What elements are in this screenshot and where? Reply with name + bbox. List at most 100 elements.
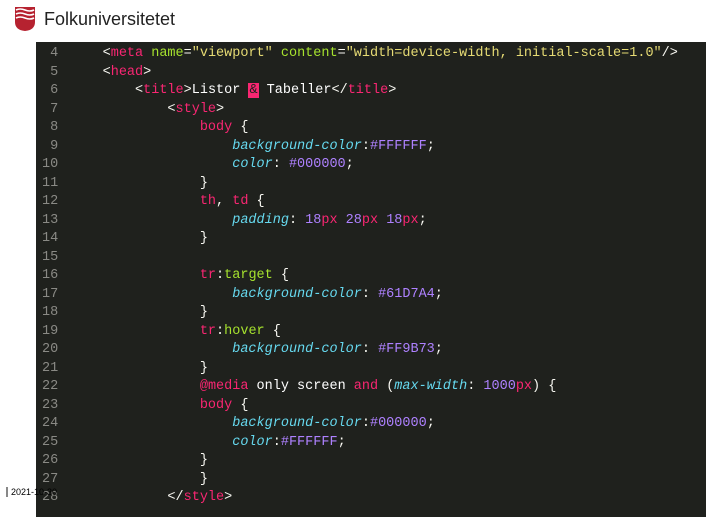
footer-date: 2021-10-30 xyxy=(6,487,57,497)
code-token: Listor xyxy=(192,83,249,98)
code-token: < xyxy=(135,83,143,98)
code-token: { xyxy=(248,194,264,209)
code-token: > xyxy=(143,65,151,80)
code-line: color:#FFFFFF; xyxy=(70,434,678,453)
code-token: ; xyxy=(338,435,346,450)
code-token: & xyxy=(248,83,258,98)
code-token: { xyxy=(232,120,248,135)
code-token: </ xyxy=(167,490,183,505)
code-token: color xyxy=(232,157,273,172)
line-number: 11 xyxy=(42,175,58,194)
code-line: tr:target { xyxy=(70,267,678,286)
code-line: } xyxy=(70,304,678,323)
code-token: tr xyxy=(200,324,216,339)
code-token: </ xyxy=(332,83,348,98)
code-token: max-width xyxy=(394,379,467,394)
code-token: } xyxy=(200,453,208,468)
code-token: style xyxy=(176,102,217,117)
code-token: 18 xyxy=(386,213,402,228)
code-token: #FFFFFF xyxy=(281,435,338,450)
code-token xyxy=(338,213,346,228)
code-token: target xyxy=(224,268,273,283)
line-number: 24 xyxy=(42,415,58,434)
line-number: 12 xyxy=(42,193,58,212)
code-token: { xyxy=(273,268,289,283)
code-token: : xyxy=(216,324,224,339)
code-token: : xyxy=(362,139,370,154)
code-token: px xyxy=(321,213,337,228)
code-token xyxy=(70,250,78,265)
code-token: = xyxy=(184,46,192,61)
code-token: } xyxy=(200,176,208,191)
code-token: name xyxy=(151,46,183,61)
code-line: <meta name="viewport" content="width=dev… xyxy=(70,45,678,64)
code-token: @ xyxy=(200,379,208,394)
line-number: 26 xyxy=(42,452,58,471)
code-line: th, td { xyxy=(70,193,678,212)
code-token: , xyxy=(216,194,232,209)
code-token: > xyxy=(224,490,232,505)
code-token: < xyxy=(103,65,111,80)
code-token: : xyxy=(362,416,370,431)
code-token: ) { xyxy=(532,379,556,394)
code-token xyxy=(378,213,386,228)
code-line: <style> xyxy=(70,101,678,120)
code-token: : xyxy=(273,157,289,172)
code-content: <meta name="viewport" content="width=dev… xyxy=(66,42,686,511)
line-number: 18 xyxy=(42,304,58,323)
code-token xyxy=(273,46,281,61)
code-token: > xyxy=(216,102,224,117)
code-token: body xyxy=(200,398,232,413)
code-token: ; xyxy=(435,342,443,357)
line-number: 19 xyxy=(42,323,58,342)
line-number: 8 xyxy=(42,119,58,138)
code-token: and xyxy=(354,379,378,394)
code-token: } xyxy=(200,361,208,376)
code-line: padding: 18px 28px 18px; xyxy=(70,212,678,231)
code-token: > xyxy=(388,83,396,98)
code-token: 28 xyxy=(346,213,362,228)
brand-logo-icon xyxy=(14,6,36,32)
code-token: > xyxy=(184,83,192,98)
code-token: : xyxy=(289,213,305,228)
line-number-gutter: 4567891011121314151617181920212223242526… xyxy=(36,42,66,511)
code-token: title xyxy=(348,83,389,98)
code-token: title xyxy=(143,83,184,98)
brand-name: Folkuniversitetet xyxy=(44,9,175,30)
line-number: 13 xyxy=(42,212,58,231)
line-number: 21 xyxy=(42,360,58,379)
code-token: #FF9B73 xyxy=(378,342,435,357)
line-number: 15 xyxy=(42,249,58,268)
code-token: td xyxy=(232,194,248,209)
code-token: ; xyxy=(427,416,435,431)
line-number: 5 xyxy=(42,64,58,83)
code-token: th xyxy=(200,194,216,209)
code-token: media xyxy=(208,379,249,394)
code-token: 1000 xyxy=(483,379,515,394)
code-token: { xyxy=(265,324,281,339)
code-token: background-color xyxy=(232,139,362,154)
code-line: } xyxy=(70,230,678,249)
code-token: content xyxy=(281,46,338,61)
code-token: { xyxy=(232,398,248,413)
line-number: 7 xyxy=(42,101,58,120)
code-token: < xyxy=(103,46,111,61)
code-token: ; xyxy=(427,139,435,154)
code-token: : xyxy=(467,379,483,394)
code-token: color xyxy=(232,435,273,450)
code-line xyxy=(70,249,678,268)
code-line: tr:hover { xyxy=(70,323,678,342)
code-line: <head> xyxy=(70,64,678,83)
line-number: 9 xyxy=(42,138,58,157)
line-number: 14 xyxy=(42,230,58,249)
code-line: background-color: #61D7A4; xyxy=(70,286,678,305)
code-token: body xyxy=(200,120,232,135)
code-token: background-color xyxy=(232,287,362,302)
code-line: color: #000000; xyxy=(70,156,678,175)
code-token: hover xyxy=(224,324,265,339)
line-number: 16 xyxy=(42,267,58,286)
code-token: #000000 xyxy=(370,416,427,431)
code-token: 18 xyxy=(305,213,321,228)
code-token: px xyxy=(516,379,532,394)
code-token: : xyxy=(362,342,378,357)
